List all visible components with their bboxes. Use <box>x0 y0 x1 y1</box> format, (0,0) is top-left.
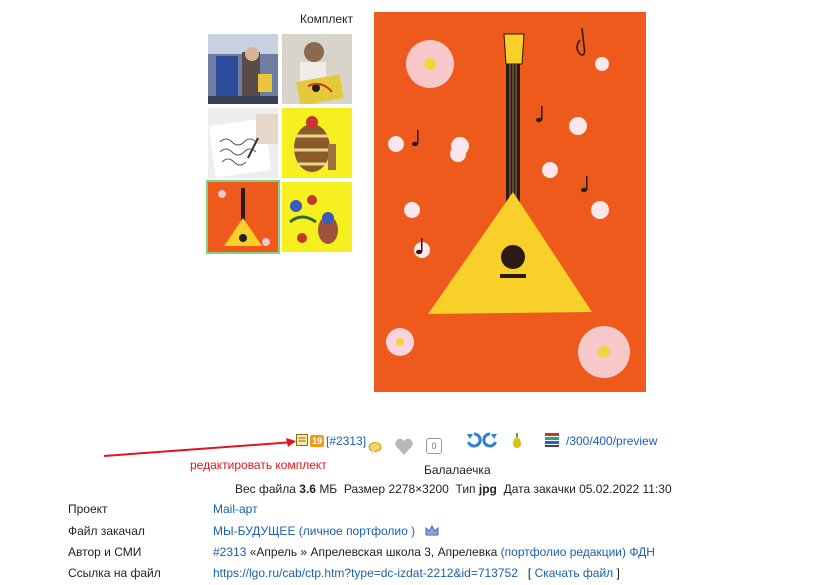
file-info-line: Вес файла 3.6 МБ Размер 2278×3200 Тип jp… <box>235 482 672 496</box>
uploader-row: МЫ-БУДУЩЕЕ (личное портфолио ) <box>213 524 439 540</box>
uploader-link[interactable]: МЫ-БУДУЩЕЕ <box>213 524 295 538</box>
fdn-link[interactable]: ФДН <box>629 545 655 559</box>
uploader-paren-close: ) <box>411 524 416 538</box>
archive-books-icon[interactable] <box>544 432 560 451</box>
like-heart-icon[interactable] <box>394 438 414 459</box>
toolbar: 19 [#2313] 0 /300/400/preview <box>296 432 676 455</box>
thumbnail-photo-1[interactable] <box>208 34 278 104</box>
uploader-label: Файл закачал <box>68 524 145 538</box>
download-bracket-close: ] <box>616 566 620 580</box>
dim-label: Размер <box>343 482 386 496</box>
download-bracket-open: [ <box>527 566 532 580</box>
pear-icon[interactable] <box>510 433 524 452</box>
author-text: «Апрель » Апрелевская школа 3, Апрелевка <box>249 545 498 559</box>
annotation-label: редактировать комплект <box>190 458 327 472</box>
date-label: Дата закачки <box>503 482 576 496</box>
thumbnail-drawing-bird[interactable] <box>282 182 352 252</box>
main-preview-image[interactable] <box>374 12 646 392</box>
set-id-link[interactable]: [#2313] <box>326 434 366 448</box>
crown-icon[interactable] <box>425 525 439 540</box>
dim-value: 2278×3200 <box>388 482 449 496</box>
preview-size-link[interactable]: /300/400/preview <box>566 434 657 448</box>
rotate-right-icon[interactable] <box>482 432 498 451</box>
download-file-link[interactable]: Скачать файл <box>535 566 614 580</box>
size-label: Вес файла <box>235 482 296 496</box>
comment-count-badge[interactable]: 0 <box>426 438 442 454</box>
uploader-portfolio-link[interactable]: личное портфолио <box>303 524 408 538</box>
rotate-left-icon[interactable] <box>466 432 482 451</box>
file-link-label: Ссылка на файл <box>68 566 161 580</box>
size-value: 3.6 <box>299 482 316 496</box>
project-row: Mail-арт <box>213 502 258 516</box>
author-paren-close: ) <box>622 545 627 559</box>
author-label: Автор и СМИ <box>68 545 142 559</box>
item-title: Балалаечка <box>424 463 491 477</box>
project-link[interactable]: Mail-арт <box>213 502 258 516</box>
set-count-badge[interactable]: 19 <box>310 435 324 447</box>
type-label: Тип <box>455 482 476 496</box>
annotation-arrow <box>103 438 296 457</box>
thumbnail-photo-2[interactable] <box>282 34 352 104</box>
project-label: Проект <box>68 502 108 516</box>
thumbnail-photo-3[interactable] <box>208 108 278 178</box>
date-value: 05.02.2022 11:30 <box>579 482 672 496</box>
set-title: Комплект <box>300 12 353 26</box>
size-unit: МБ <box>319 482 338 496</box>
thumbnail-drawing-balalaika[interactable] <box>206 180 280 254</box>
author-row: #2313 «Апрель » Апрелевская школа 3, Апр… <box>213 545 655 559</box>
author-id-link[interactable]: #2313 <box>213 545 246 559</box>
comment-icon[interactable] <box>368 442 382 457</box>
file-link-row: https://lgo.ru/cab/ctp.htm?type=dc-izdat… <box>213 566 620 580</box>
type-value: jpg <box>478 482 497 496</box>
thumbnail-drawing-barrel[interactable] <box>282 108 352 178</box>
author-portfolio-link[interactable]: портфолио редакции <box>505 545 622 559</box>
file-url-link[interactable]: https://lgo.ru/cab/ctp.htm?type=dc-izdat… <box>213 566 518 580</box>
